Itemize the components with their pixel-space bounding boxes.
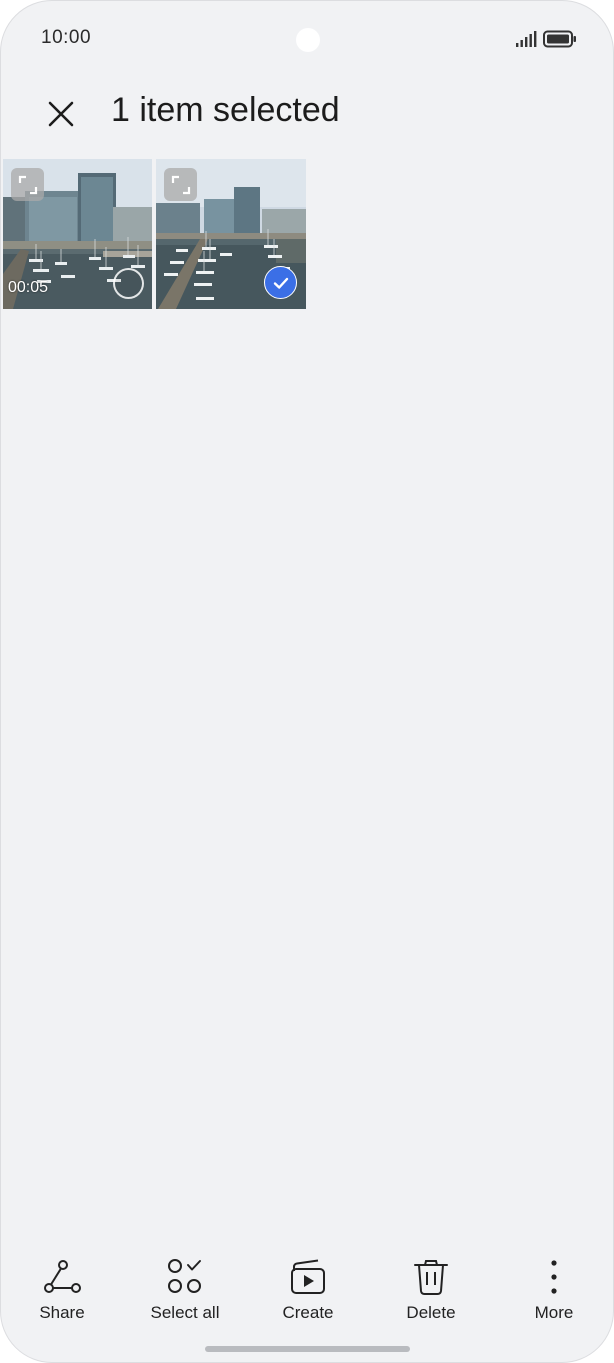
bottom-action-bar: Share Select all Create Delete More bbox=[1, 1251, 613, 1331]
expand-button[interactable] bbox=[164, 168, 197, 201]
close-icon bbox=[48, 101, 74, 127]
video-duration: 00:05 bbox=[8, 279, 49, 296]
select-all-label: Select all bbox=[150, 1303, 220, 1322]
status-time: 10:00 bbox=[41, 27, 92, 48]
media-tile-image[interactable] bbox=[156, 159, 306, 309]
phone-screen: 10:00 1 item selected 00:05 Share Select… bbox=[0, 0, 614, 1363]
home-indicator[interactable] bbox=[205, 1346, 410, 1352]
selection-checkbox-unchecked[interactable] bbox=[113, 268, 144, 299]
media-grid: 00:05 bbox=[3, 159, 613, 309]
status-bar: 10:00 bbox=[1, 1, 613, 77]
select-all-button[interactable]: Select all bbox=[130, 1251, 240, 1327]
select-all-icon bbox=[168, 1259, 201, 1293]
share-button[interactable]: Share bbox=[7, 1251, 117, 1327]
expand-icon bbox=[18, 175, 37, 194]
checkmark-icon bbox=[273, 277, 288, 289]
share-label: Share bbox=[39, 1303, 85, 1322]
delete-button[interactable]: Delete bbox=[376, 1251, 486, 1327]
selection-checkbox-checked[interactable] bbox=[264, 266, 297, 299]
more-label: More bbox=[534, 1303, 574, 1322]
battery-full-icon bbox=[543, 30, 576, 48]
page-title: 1 item selected bbox=[111, 91, 340, 129]
front-camera bbox=[296, 28, 320, 52]
create-label: Create bbox=[282, 1303, 334, 1322]
signal-bars-icon bbox=[516, 31, 537, 47]
more-vertical-icon bbox=[551, 1260, 557, 1294]
delete-label: Delete bbox=[406, 1303, 456, 1322]
expand-icon bbox=[171, 175, 190, 194]
expand-button[interactable] bbox=[11, 168, 44, 201]
more-button[interactable]: More bbox=[499, 1251, 609, 1327]
close-button[interactable] bbox=[39, 92, 83, 136]
share-icon bbox=[44, 1260, 81, 1293]
selection-toolbar: 1 item selected bbox=[1, 79, 613, 145]
create-icon bbox=[291, 1259, 325, 1294]
create-button[interactable]: Create bbox=[253, 1251, 363, 1327]
media-tile-video[interactable]: 00:05 bbox=[3, 159, 152, 309]
delete-icon bbox=[414, 1260, 448, 1295]
